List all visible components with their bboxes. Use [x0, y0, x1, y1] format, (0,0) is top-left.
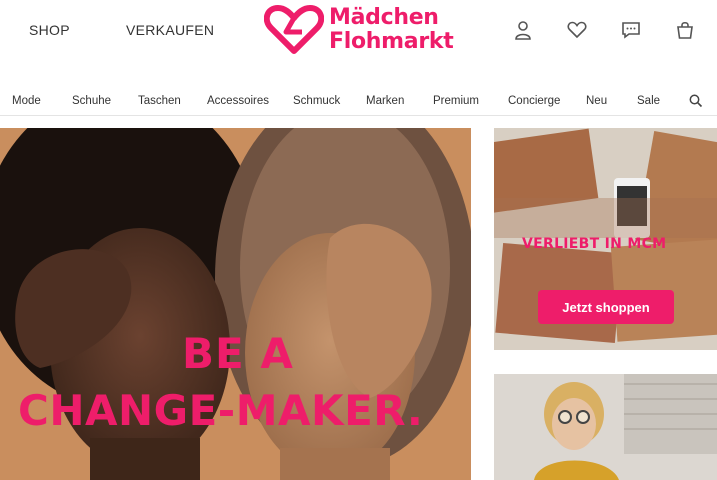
hero-banner[interactable]: BE A CHANGE-MAKER. — [0, 128, 471, 480]
bag-icon[interactable] — [671, 18, 699, 42]
user-icon[interactable] — [509, 18, 537, 42]
cat-mode[interactable]: Mode — [12, 95, 41, 107]
cat-concierge[interactable]: Concierge — [508, 95, 560, 107]
logo-line1: Mädchen — [329, 5, 439, 30]
heart-icon[interactable] — [563, 18, 591, 42]
heart-logo-icon — [264, 5, 324, 54]
promo-title: VERLIEBT IN MCM — [522, 236, 667, 252]
logo[interactable]: Mädchen Flohmarkt — [264, 5, 464, 55]
nav-shop[interactable]: SHOP — [29, 22, 70, 38]
nav-verkaufen[interactable]: VERKAUFEN — [126, 22, 214, 38]
cat-schmuck[interactable]: Schmuck — [293, 95, 340, 107]
promo-card-2[interactable] — [494, 374, 717, 480]
cat-premium[interactable]: Premium — [433, 95, 479, 107]
category-bar: Mode Schuhe Taschen Accessoires Schmuck … — [0, 88, 717, 116]
hero-title-line1: BE A — [182, 329, 294, 378]
cat-accessoires[interactable]: Accessoires — [207, 95, 269, 107]
shop-now-button[interactable]: Jetzt shoppen — [538, 290, 674, 324]
cat-neu[interactable]: Neu — [586, 95, 607, 107]
promo-card-mcm[interactable]: VERLIEBT IN MCM Jetzt shoppen — [494, 128, 717, 350]
cat-schuhe[interactable]: Schuhe — [72, 95, 111, 107]
cat-marken[interactable]: Marken — [366, 95, 404, 107]
cat-sale[interactable]: Sale — [637, 95, 660, 107]
search-icon[interactable] — [689, 94, 703, 113]
hero-title-line2: CHANGE-MAKER. — [18, 386, 424, 435]
cat-taschen[interactable]: Taschen — [138, 95, 181, 107]
promo2-photo — [494, 374, 717, 480]
logo-line2: Flohmarkt — [329, 29, 454, 54]
chat-icon[interactable] — [617, 18, 645, 42]
